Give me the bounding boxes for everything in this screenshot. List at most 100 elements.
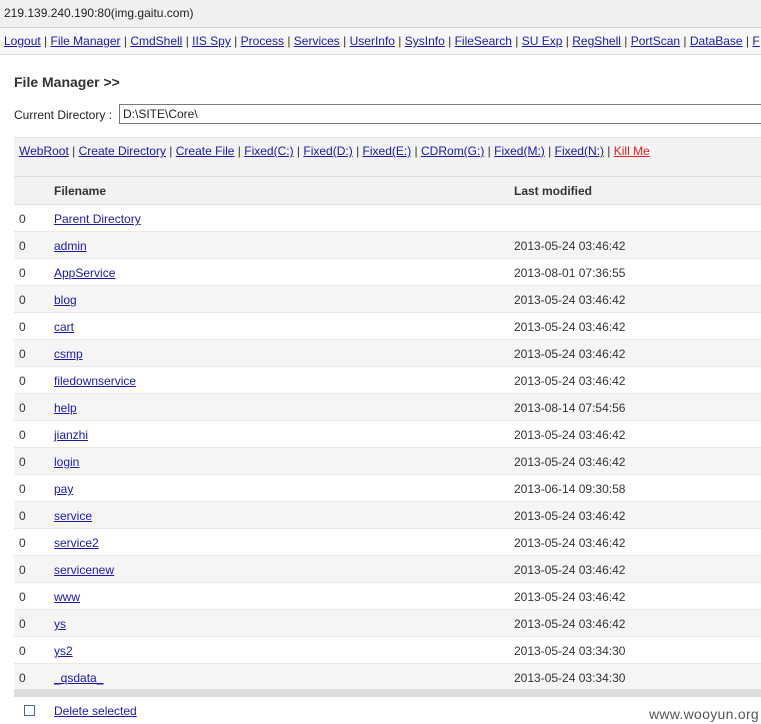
action-link-cdrom-g[interactable]: CDRom(G:) bbox=[421, 144, 484, 158]
address-bar: 219.139.240.190:80(img.gaitu.com) bbox=[0, 0, 761, 28]
nav-link-regshell[interactable]: RegShell bbox=[572, 34, 621, 48]
column-header-last-modified[interactable]: Last modified bbox=[514, 184, 592, 198]
nav-link-f[interactable]: F bbox=[752, 34, 759, 48]
folder-link[interactable]: filedownservice bbox=[54, 374, 136, 388]
table-row: 0 Parent Directory bbox=[14, 205, 761, 232]
row-index: 0 bbox=[19, 536, 26, 550]
nav-link-userinfo[interactable]: UserInfo bbox=[350, 34, 395, 48]
last-modified-cell: 2013-08-14 07:54:56 bbox=[514, 401, 626, 415]
page-title: File Manager >> bbox=[14, 74, 120, 90]
table-row: 0 filedownservice 2013-05-24 03:46:42 bbox=[14, 367, 761, 394]
action-link-kill-me[interactable]: Kill Me bbox=[614, 144, 650, 158]
row-index: 0 bbox=[19, 320, 26, 334]
nav-separator: | bbox=[120, 34, 131, 48]
folder-link[interactable]: admin bbox=[54, 239, 87, 253]
nav-link-file-manager[interactable]: File Manager bbox=[51, 34, 121, 48]
folder-link[interactable]: _qsdata_ bbox=[54, 671, 103, 685]
nav-link-process[interactable]: Process bbox=[241, 34, 284, 48]
nav-separator: | bbox=[511, 34, 522, 48]
table-row: 0 pay 2013-06-14 09:30:58 bbox=[14, 475, 761, 502]
nav-link-sysinfo[interactable]: SysInfo bbox=[405, 34, 445, 48]
nav-link-iis-spy[interactable]: IIS Spy bbox=[192, 34, 231, 48]
folder-link[interactable]: ys bbox=[54, 617, 66, 631]
folder-link[interactable]: blog bbox=[54, 293, 77, 307]
last-modified-cell: 2013-05-24 03:46:42 bbox=[514, 347, 626, 361]
folder-link[interactable]: servicenew bbox=[54, 563, 114, 577]
table-row: 0 servicenew 2013-05-24 03:46:42 bbox=[14, 556, 761, 583]
row-index: 0 bbox=[19, 590, 26, 604]
nav-separator: | bbox=[182, 34, 193, 48]
nav-separator: | bbox=[680, 34, 690, 48]
last-modified-cell: 2013-05-24 03:34:30 bbox=[514, 644, 626, 658]
table-row: 0 service2 2013-05-24 03:46:42 bbox=[14, 529, 761, 556]
nav-separator: | bbox=[620, 34, 631, 48]
nav-links: Logout | File Manager | CmdShell | IIS S… bbox=[4, 34, 760, 48]
action-separator: | bbox=[293, 144, 304, 158]
last-modified-cell: 2013-05-24 03:46:42 bbox=[514, 374, 626, 388]
row-index: 0 bbox=[19, 563, 26, 577]
table-row: 0 admin 2013-05-24 03:46:42 bbox=[14, 232, 761, 259]
nav-link-database[interactable]: DataBase bbox=[690, 34, 743, 48]
action-separator: | bbox=[544, 144, 555, 158]
action-link-fixed-d[interactable]: Fixed(D:) bbox=[303, 144, 352, 158]
nav-link-portscan[interactable]: PortScan bbox=[631, 34, 680, 48]
row-index: 0 bbox=[19, 266, 26, 280]
table-row: 0 AppService 2013-08-01 07:36:55 bbox=[14, 259, 761, 286]
column-header-filename[interactable]: Filename bbox=[54, 184, 106, 198]
folder-link[interactable]: ys2 bbox=[54, 644, 73, 658]
action-link-fixed-m[interactable]: Fixed(M:) bbox=[494, 144, 545, 158]
action-link-fixed-c[interactable]: Fixed(C:) bbox=[244, 144, 293, 158]
nav-separator: | bbox=[230, 34, 241, 48]
action-link-fixed-n[interactable]: Fixed(N:) bbox=[555, 144, 604, 158]
delete-selected-link[interactable]: Delete selected bbox=[54, 704, 137, 718]
main-nav: Logout | File Manager | CmdShell | IIS S… bbox=[0, 28, 761, 55]
folder-link[interactable]: pay bbox=[54, 482, 73, 496]
last-modified-cell: 2013-05-24 03:46:42 bbox=[514, 320, 626, 334]
action-separator: | bbox=[234, 144, 245, 158]
action-link-create-file[interactable]: Create File bbox=[176, 144, 235, 158]
table-row: 0 _qsdata_ 2013-05-24 03:34:30 bbox=[14, 664, 761, 691]
select-all-checkbox[interactable] bbox=[24, 705, 35, 716]
nav-separator: | bbox=[562, 34, 573, 48]
action-separator: | bbox=[68, 144, 79, 158]
nav-separator: | bbox=[339, 34, 350, 48]
table-header: Filename Last modified bbox=[14, 176, 761, 205]
folder-link[interactable]: jianzhi bbox=[54, 428, 88, 442]
current-directory-label: Current Directory : bbox=[14, 108, 113, 122]
nav-separator: | bbox=[742, 34, 753, 48]
folder-link[interactable]: cart bbox=[54, 320, 74, 334]
folder-link[interactable]: login bbox=[54, 455, 79, 469]
folder-link[interactable]: service bbox=[54, 509, 92, 523]
current-directory-input[interactable] bbox=[119, 104, 761, 124]
parent-directory-link[interactable]: Parent Directory bbox=[54, 212, 141, 226]
last-modified-cell: 2013-05-24 03:46:42 bbox=[514, 590, 626, 604]
action-link-webroot[interactable]: WebRoot bbox=[19, 144, 69, 158]
row-index: 0 bbox=[19, 509, 26, 523]
row-index: 0 bbox=[19, 455, 26, 469]
nav-link-logout[interactable]: Logout bbox=[4, 34, 41, 48]
table-row: 0 www 2013-05-24 03:46:42 bbox=[14, 583, 761, 610]
nav-separator: | bbox=[40, 34, 51, 48]
last-modified-cell: 2013-05-24 03:46:42 bbox=[514, 428, 626, 442]
action-link-create-directory[interactable]: Create Directory bbox=[79, 144, 166, 158]
row-index: 0 bbox=[19, 293, 26, 307]
row-index: 0 bbox=[19, 428, 26, 442]
folder-link[interactable]: csmp bbox=[54, 347, 83, 361]
nav-link-cmdshell[interactable]: CmdShell bbox=[130, 34, 182, 48]
table-row: 0 service 2013-05-24 03:46:42 bbox=[14, 502, 761, 529]
nav-link-su-exp[interactable]: SU Exp bbox=[522, 34, 563, 48]
folder-link[interactable]: AppService bbox=[54, 266, 115, 280]
last-modified-cell: 2013-05-24 03:46:42 bbox=[514, 563, 626, 577]
folder-link[interactable]: service2 bbox=[54, 536, 99, 550]
folder-link[interactable]: help bbox=[54, 401, 77, 415]
action-links: WebRoot | Create Directory | Create File… bbox=[19, 144, 650, 158]
folder-link[interactable]: www bbox=[54, 590, 80, 604]
nav-link-filesearch[interactable]: FileSearch bbox=[455, 34, 512, 48]
nav-link-services[interactable]: Services bbox=[294, 34, 340, 48]
nav-separator: | bbox=[394, 34, 405, 48]
table-row: 0 jianzhi 2013-05-24 03:46:42 bbox=[14, 421, 761, 448]
table-row: 0 cart 2013-05-24 03:46:42 bbox=[14, 313, 761, 340]
action-separator: | bbox=[165, 144, 176, 158]
row-index: 0 bbox=[19, 347, 26, 361]
action-link-fixed-e[interactable]: Fixed(E:) bbox=[363, 144, 412, 158]
